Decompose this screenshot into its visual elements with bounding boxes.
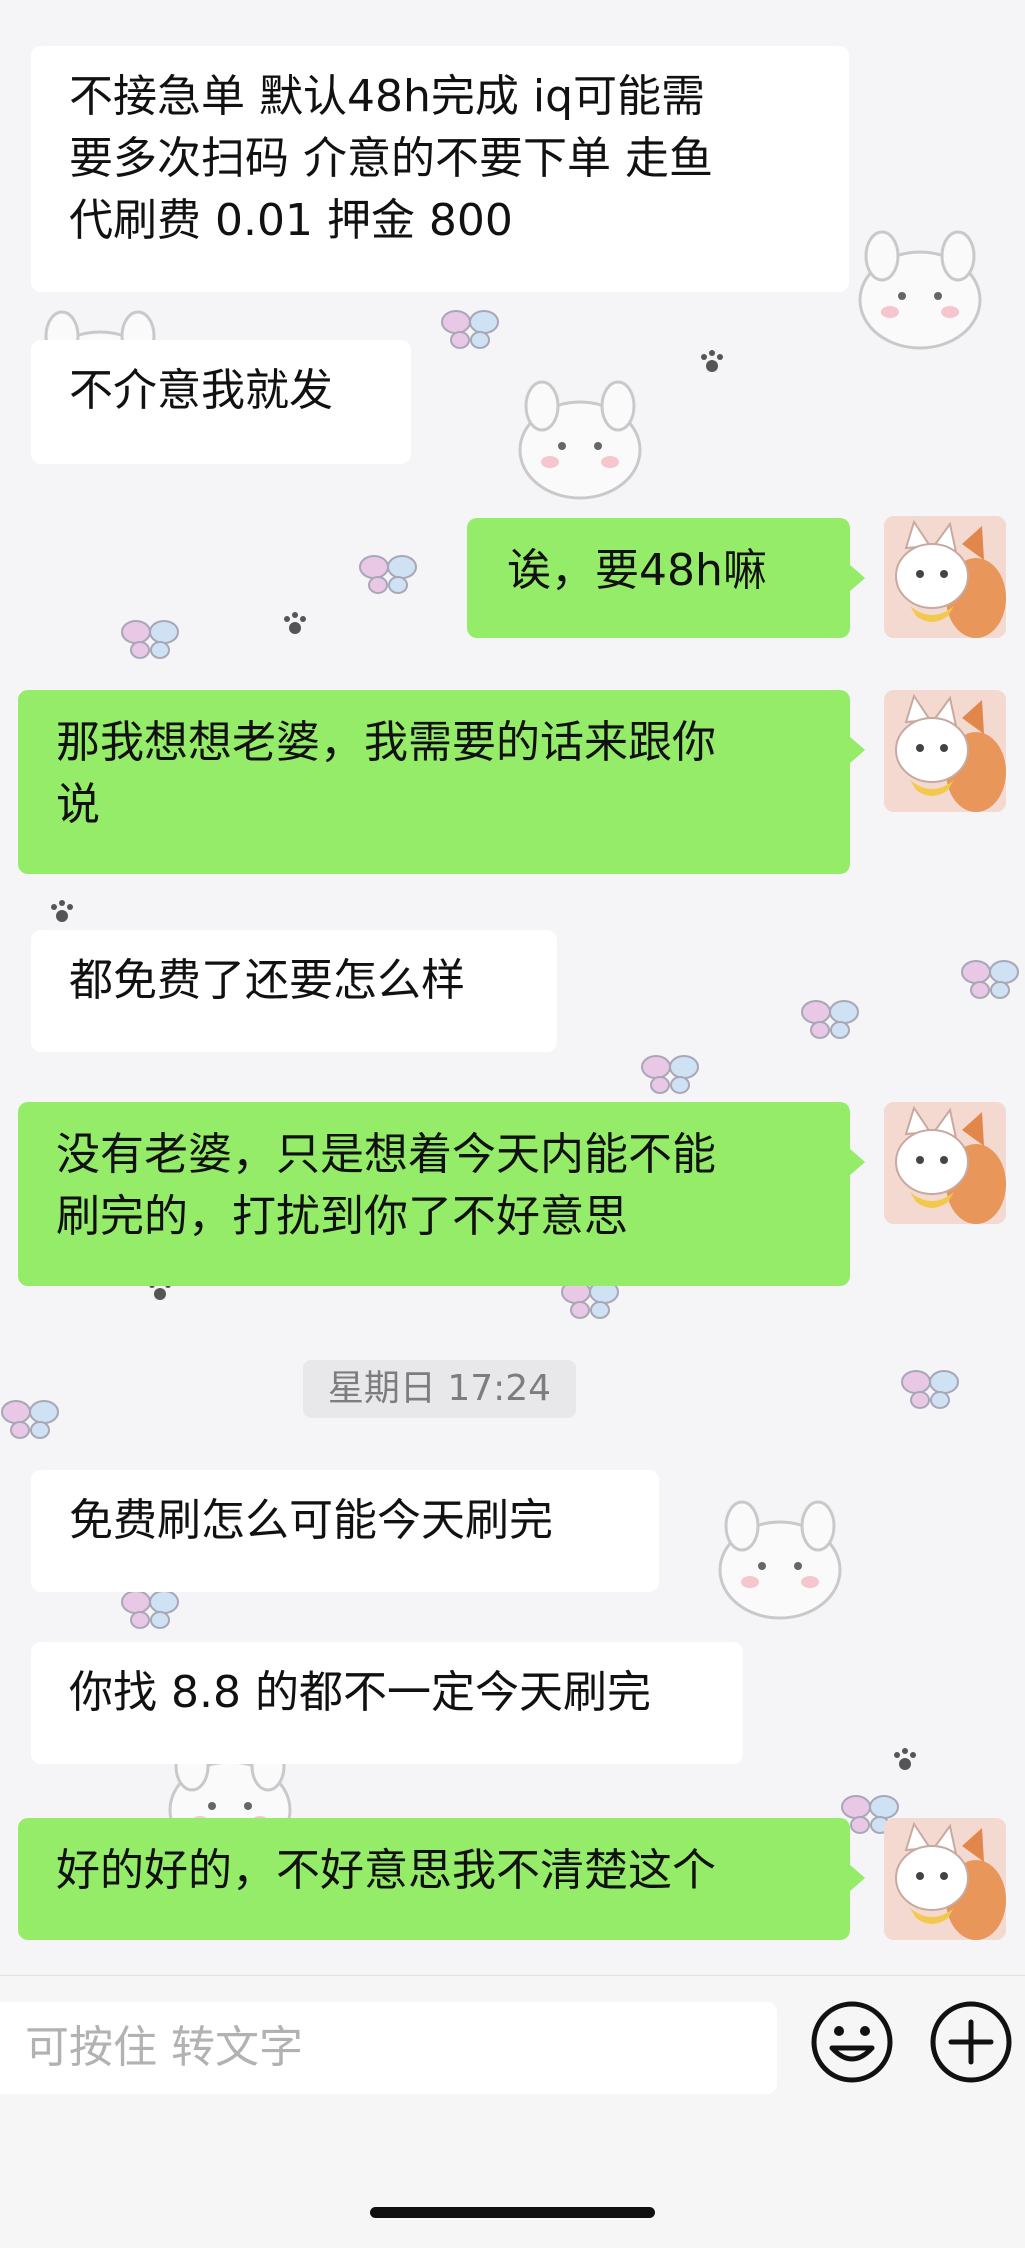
outgoing-message-bubble[interactable]: 好的好的，不好意思我不清楚这个 bbox=[18, 1818, 850, 1940]
outgoing-message-bubble[interactable]: 诶，要48h嘛 bbox=[467, 518, 850, 638]
avatar-image bbox=[884, 690, 1006, 812]
incoming-message-bubble[interactable]: 都免费了还要怎么样 bbox=[31, 930, 557, 1052]
emoji-icon[interactable] bbox=[808, 1998, 896, 2086]
outgoing-message-bubble[interactable]: 没有老婆，只是想着今天内能不能 刷完的，打扰到你了不好意思 bbox=[18, 1102, 850, 1286]
incoming-message-bubble[interactable]: 不介意我就发 bbox=[31, 340, 411, 464]
bubble-tail bbox=[849, 1148, 865, 1176]
bubble-tail bbox=[849, 1864, 865, 1892]
avatar-image bbox=[884, 516, 1006, 638]
avatar-image bbox=[884, 1818, 1006, 1940]
user-avatar[interactable] bbox=[884, 690, 1006, 812]
incoming-message-bubble[interactable]: 免费刷怎么可能今天刷完 bbox=[31, 1470, 659, 1592]
user-avatar[interactable] bbox=[884, 516, 1006, 638]
avatar-image bbox=[884, 1102, 1006, 1224]
user-avatar[interactable] bbox=[884, 1818, 1006, 1940]
plus-icon[interactable] bbox=[927, 1998, 1015, 2086]
outgoing-message-bubble[interactable]: 那我想想老婆，我需要的话来跟你 说 bbox=[18, 690, 850, 874]
bubble-tail bbox=[849, 564, 865, 592]
home-indicator[interactable] bbox=[370, 2207, 655, 2218]
input-bar: 可按住 转文字 bbox=[0, 1975, 1025, 2248]
message-input[interactable]: 可按住 转文字 bbox=[0, 2002, 777, 2094]
bubble-tail bbox=[849, 736, 865, 764]
incoming-message-bubble[interactable]: 不接急单 默认48h完成 iq可能需 要多次扫码 介意的不要下单 走鱼 代刷费 … bbox=[31, 46, 849, 292]
user-avatar[interactable] bbox=[884, 1102, 1006, 1224]
incoming-message-bubble[interactable]: 你找 8.8 的都不一定今天刷完 bbox=[31, 1642, 743, 1764]
chat-timestamp: 星期日 17:24 bbox=[303, 1360, 576, 1418]
